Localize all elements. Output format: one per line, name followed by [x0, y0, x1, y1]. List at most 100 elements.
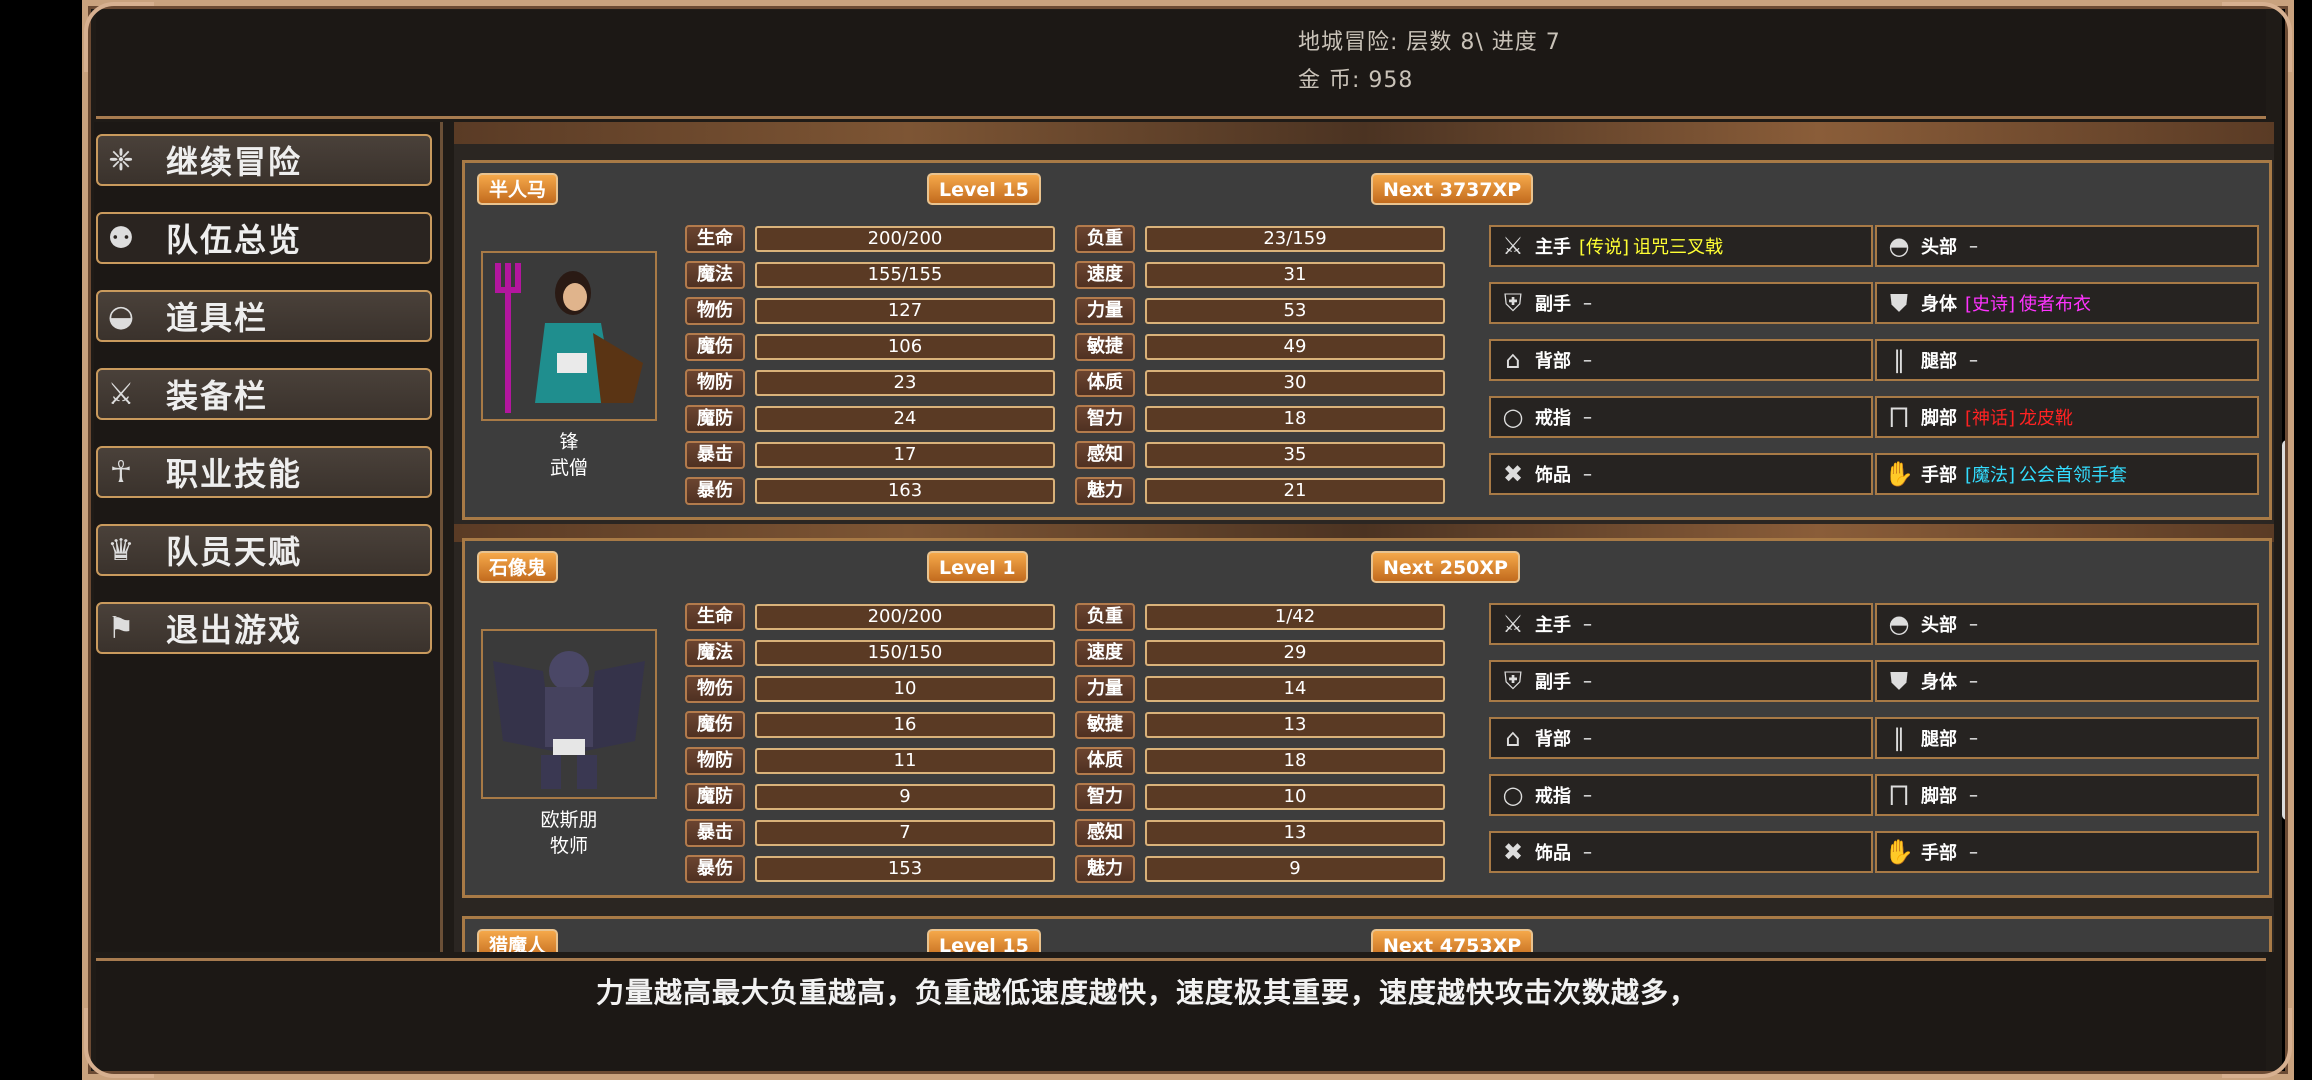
party-list[interactable]: 半人马 Level 15 Next 3737XP 锋 武僧 生命 200/200 负… — [454, 122, 2274, 952]
equip-slot-body[interactable]: ⛊ 身体 [史诗] 使者布衣 — [1875, 282, 2259, 324]
item-name: 使者布衣 — [2019, 294, 2092, 315]
character-card: 石像鬼 Level 1 Next 250XP 欧斯朋 牧师 生命 200/200 负… — [462, 538, 2272, 898]
stat-value: 200/200 — [755, 226, 1055, 252]
slot-label: 头部 — [1921, 237, 1957, 258]
stat-label: 生命 — [685, 603, 745, 631]
party-icon: ⚉ — [107, 220, 135, 256]
item-name: – — [1583, 463, 1592, 485]
equip-slot-feet[interactable]: ⨅ 脚部 [神话] 龙皮靴 — [1875, 396, 2259, 438]
menu-talents[interactable]: ♛ 队员天赋 — [96, 524, 432, 576]
stat-value: 14 — [1145, 676, 1445, 702]
stat-label: 感知 — [1075, 819, 1135, 847]
sword-icon: ⚔ — [1502, 610, 1524, 638]
equip-slot-head[interactable]: ◓ 头部 – — [1875, 225, 2259, 267]
menu-label: 队员天赋 — [166, 533, 303, 571]
equipment-icon: ⚔ — [107, 376, 135, 412]
next-xp-tag: Next 3737XP — [1371, 173, 1534, 205]
slot-label: 头部 — [1921, 615, 1957, 636]
stat-value: 1/42 — [1145, 604, 1445, 630]
stat-value: 9 — [1145, 856, 1445, 882]
scrollbar[interactable] — [2282, 440, 2292, 820]
armor-icon: ⛊ — [1890, 289, 1908, 317]
slot-label: 戒指 — [1535, 408, 1571, 429]
ring-icon: ○ — [1502, 781, 1524, 809]
stat-value: 106 — [755, 334, 1055, 360]
item-name: – — [1583, 406, 1592, 428]
item-name: 龙皮靴 — [2019, 408, 2074, 429]
character-class: 牧师 — [549, 835, 588, 857]
race-tag: 猎魔人 — [477, 929, 559, 952]
equip-slot-off-hand[interactable]: ⛨ 副手 – — [1489, 660, 1873, 702]
equip-slot-feet[interactable]: ⨅ 脚部 – — [1875, 774, 2259, 816]
stat-label: 体质 — [1075, 369, 1135, 397]
stat-label: 物防 — [685, 747, 745, 775]
stat-label: 魔防 — [685, 783, 745, 811]
divider-band — [454, 122, 2274, 144]
stat-label: 物伤 — [685, 297, 745, 325]
hint-text: 力量越高最大负重越高，负重越低速度越快，速度极其重要，速度越快攻击次数越多， — [596, 976, 1699, 1009]
level-tag: Level 15 — [927, 173, 1041, 205]
dungeon-progress: 地城冒险: 层数 8\ 进度 7 — [1298, 30, 1561, 55]
equip-slot-accessory[interactable]: ✖ 饰品 – — [1489, 453, 1873, 495]
equip-slot-off-hand[interactable]: ⛨ 副手 – — [1489, 282, 1873, 324]
cloak-icon: ⌂ — [1505, 346, 1521, 374]
equip-slot-hands[interactable]: ✋ 手部 – — [1875, 831, 2259, 873]
equip-slot-ring[interactable]: ○ 戒指 – — [1489, 774, 1873, 816]
menu-inventory[interactable]: ◒ 道具栏 — [96, 290, 432, 342]
stat-label: 敏捷 — [1075, 711, 1135, 739]
stat-label: 感知 — [1075, 441, 1135, 469]
stat-label: 魅力 — [1075, 855, 1135, 883]
stat-value: 30 — [1145, 370, 1445, 396]
character-name: 锋 — [559, 431, 579, 453]
amulet-icon: ✖ — [1502, 460, 1524, 488]
equip-slot-hands[interactable]: ✋ 手部 [魔法] 公会首领手套 — [1875, 453, 2259, 495]
helmet-icon: ◓ — [1888, 610, 1910, 638]
menu-class-skills[interactable]: ☥ 职业技能 — [96, 446, 432, 498]
stat-value: 150/150 — [755, 640, 1055, 666]
equip-slot-legs[interactable]: ∥ 腿部 – — [1875, 339, 2259, 381]
shield-icon: ⛨ — [1504, 667, 1522, 695]
stat-label: 暴伤 — [685, 855, 745, 883]
equip-slot-accessory[interactable]: ✖ 饰品 – — [1489, 831, 1873, 873]
character-portrait[interactable] — [481, 629, 657, 799]
stat-value: 24 — [755, 406, 1055, 432]
equip-slot-legs[interactable]: ∥ 腿部 – — [1875, 717, 2259, 759]
equip-slot-head[interactable]: ◓ 头部 – — [1875, 603, 2259, 645]
stat-label: 暴击 — [685, 819, 745, 847]
slot-label: 背部 — [1535, 729, 1571, 750]
menu-label: 职业技能 — [166, 455, 303, 493]
menu-continue-adventure[interactable]: ❈ 继续冒险 — [96, 134, 432, 186]
equip-slot-main-hand[interactable]: ⚔ 主手 [传说] 诅咒三叉戟 — [1489, 225, 1873, 267]
slot-label: 脚部 — [1921, 408, 1957, 429]
item-name: – — [1969, 613, 1978, 635]
menu-exit-game[interactable]: ⚑ 退出游戏 — [96, 602, 432, 654]
item-name: – — [1583, 292, 1592, 314]
bag-icon: ◒ — [107, 298, 135, 334]
dragon-icon: ❈ — [108, 142, 134, 178]
stat-value: 18 — [1145, 406, 1445, 432]
stat-value: 35 — [1145, 442, 1445, 468]
helmet-icon: ◓ — [1888, 232, 1910, 260]
equip-slot-main-hand[interactable]: ⚔ 主手 – — [1489, 603, 1873, 645]
stat-value: 11 — [755, 748, 1055, 774]
slot-label: 手部 — [1921, 843, 1957, 864]
equip-slot-body[interactable]: ⛊ 身体 – — [1875, 660, 2259, 702]
item-name: – — [1583, 613, 1592, 635]
stat-value: 153 — [755, 856, 1055, 882]
sidebar-menu: ❈ 继续冒险 ⚉ 队伍总览 ◒ 道具栏 ⚔ 装备栏 ☥ 职业技能 ♛ 队员天赋 … — [94, 122, 443, 952]
stat-value: 9 — [755, 784, 1055, 810]
character-portrait[interactable] — [481, 251, 657, 421]
boots-icon: ⨅ — [1889, 781, 1909, 809]
menu-equipment[interactable]: ⚔ 装备栏 — [96, 368, 432, 420]
menu-party-overview[interactable]: ⚉ 队伍总览 — [96, 212, 432, 264]
equip-slot-back[interactable]: ⌂ 背部 – — [1489, 717, 1873, 759]
equip-slot-back[interactable]: ⌂ 背部 – — [1489, 339, 1873, 381]
gauntlet-icon: ✋ — [1884, 460, 1914, 488]
slot-label: 主手 — [1535, 615, 1571, 636]
stat-label: 负重 — [1075, 603, 1135, 631]
equip-slot-ring[interactable]: ○ 戒指 – — [1489, 396, 1873, 438]
stat-label: 物伤 — [685, 675, 745, 703]
stat-value: 13 — [1145, 820, 1445, 846]
armor-icon: ⛊ — [1890, 667, 1908, 695]
stat-value: 155/155 — [755, 262, 1055, 288]
